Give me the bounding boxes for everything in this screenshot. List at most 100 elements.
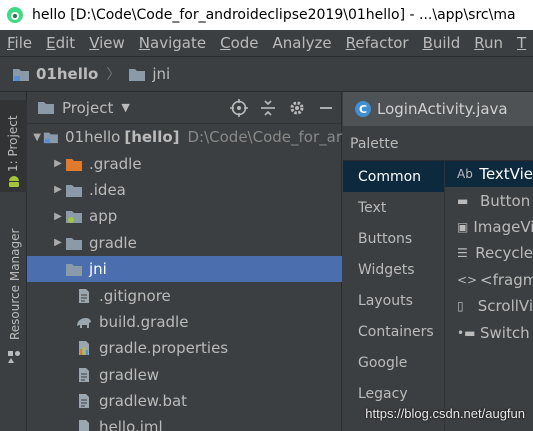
tree-item-label: build.gradle [99, 312, 189, 331]
minimize-icon[interactable] [318, 99, 334, 117]
menu-mnemonic: R [345, 34, 356, 52]
tree-item-label: .gradle [89, 154, 142, 173]
palette-item-label: ImageVi [473, 217, 533, 236]
menu-mnemonic: C [220, 34, 231, 52]
palette-items: Ab TextVie ▬ Button ▣ ImageVi ☰ Recycle … [444, 161, 533, 431]
tree-item-gradle-properties[interactable]: gradle.properties [27, 335, 342, 361]
editor-tab-bar: C LoginActivity.java [343, 92, 533, 126]
window-titlebar: hello [D:\Code\Code_for_androideclipse20… [0, 0, 533, 30]
module-folder-icon [44, 132, 59, 144]
gear-icon[interactable] [288, 99, 306, 117]
palette-category-layouts[interactable]: Layouts [343, 285, 444, 316]
menu-run[interactable]: Run [467, 34, 510, 52]
palette-item-scrollview[interactable]: ▯ ScrollVi [445, 293, 533, 319]
menu-label: ode [230, 34, 259, 52]
button-icon: ▬ [457, 193, 469, 208]
breadcrumb: 01hello 〉 jni [0, 56, 533, 92]
left-tool-strip: 1: Project Resource Manager [0, 92, 27, 431]
tree-item-gradlew-bat[interactable]: gradlew.bat [27, 388, 342, 414]
locate-target-icon[interactable] [230, 99, 248, 117]
palette-item-label: TextVie [479, 165, 533, 184]
text-file-icon [79, 288, 89, 303]
menu-file[interactable]: File [0, 34, 39, 52]
menu-label: iew [99, 34, 125, 52]
tree-item-label: .idea [89, 180, 126, 199]
editor-area: C LoginActivity.java Palette Common Text… [343, 92, 533, 431]
palette-item-button[interactable]: ▬ Button [445, 187, 533, 213]
menu-label: uild [432, 34, 461, 52]
menu-navigate[interactable]: Navigate [132, 34, 213, 52]
tree-item-gradle-cache[interactable]: ▶ .gradle [27, 150, 342, 176]
text-file-icon [79, 394, 89, 409]
collapse-all-icon[interactable] [260, 99, 276, 117]
palette-category-common[interactable]: Common [343, 161, 444, 193]
palette-category-widgets[interactable]: Widgets [343, 254, 444, 285]
folder-icon [38, 102, 54, 114]
breadcrumb-project[interactable]: 01hello [36, 65, 98, 83]
menu-t[interactable]: T [510, 34, 533, 52]
collapsed-arrow-icon[interactable]: ▶ [51, 237, 65, 248]
palette-item-label: Recycle [475, 244, 533, 263]
palette-item-fragment[interactable]: <> <fragm [445, 267, 533, 293]
collapsed-arrow-icon[interactable]: ▶ [51, 211, 65, 222]
palette-category-containers[interactable]: Containers [343, 316, 444, 347]
project-panel-title: Project [62, 98, 114, 117]
menu-label: ile [14, 34, 33, 52]
menu-code[interactable]: Code [213, 34, 265, 52]
palette-category-text[interactable]: Text [343, 192, 444, 223]
menu-view[interactable]: View [82, 34, 132, 52]
menu-refactor[interactable]: Refactor [339, 34, 416, 52]
menu-mnemonic: V [89, 34, 100, 52]
module-name: [hello] [124, 128, 180, 147]
palette-categories: Common Text Buttons Widgets Layouts Cont… [343, 161, 444, 431]
menu-build[interactable]: Build [416, 34, 468, 52]
palette-item-recyclerview[interactable]: ☰ Recycle [445, 240, 533, 266]
folder-icon [66, 264, 82, 277]
menu-mnemonic: R [474, 34, 484, 52]
list-icon: ☰ [457, 246, 468, 261]
project-panel-header: Project ▼ [27, 92, 342, 124]
tree-item-hello-iml[interactable]: hello.iml [27, 414, 342, 431]
menu-label: dit [55, 34, 76, 52]
chevron-down-icon: ▼ [121, 101, 130, 114]
tree-item-build-gradle[interactable]: build.gradle [27, 309, 342, 335]
collapsed-arrow-icon[interactable]: ▶ [51, 158, 65, 169]
folder-icon [66, 237, 82, 250]
palette-item-label: Button [480, 191, 531, 210]
menu-label: un [483, 34, 503, 52]
tab-label: LoginActivity.java [377, 100, 508, 118]
tree-item-label: gradle.properties [99, 339, 229, 358]
tree-item-gradlew[interactable]: gradlew [27, 362, 342, 388]
tree-item-app[interactable]: ▶ app [27, 203, 342, 229]
android-studio-icon [7, 7, 23, 23]
tree-item-idea[interactable]: ▶ .idea [27, 177, 342, 203]
tree-item-label: gradle [89, 233, 137, 252]
tree-item-label: hello.iml [99, 418, 163, 431]
properties-file-icon [79, 341, 89, 356]
tree-item-jni[interactable]: jni [27, 255, 342, 283]
palette-item-imageview[interactable]: ▣ ImageVi [445, 214, 533, 240]
menu-analyze[interactable]: Analyze [266, 34, 339, 52]
menu-edit[interactable]: Edit [39, 34, 82, 52]
collapsed-arrow-icon[interactable]: ▶ [51, 184, 65, 195]
tree-item-label: 01hello [65, 128, 121, 147]
tree-item-root[interactable]: ▼ 01hello [hello] D:\Code\Code_for_ar [27, 124, 342, 150]
image-icon: ▣ [457, 219, 469, 234]
menu-mnemonic: E [46, 34, 56, 52]
menu-label: Analyze [272, 34, 332, 52]
window-title: hello [D:\Code\Code_for_androideclipse20… [32, 7, 516, 23]
project-view-selector[interactable]: Project ▼ [37, 99, 130, 117]
expanded-arrow-icon[interactable]: ▼ [31, 132, 43, 143]
palette-item-textview[interactable]: Ab TextVie [445, 161, 533, 188]
gradle-elephant-icon [77, 317, 91, 328]
tab-login-activity[interactable]: C LoginActivity.java [343, 92, 533, 126]
tree-item-gitignore[interactable]: .gitignore [27, 282, 342, 308]
textview-icon: Ab [457, 167, 473, 182]
breadcrumb-folder[interactable]: jni [152, 65, 170, 83]
palette-item-switch[interactable]: •▬ Switch [445, 319, 533, 345]
code-brackets-icon: <> [457, 272, 478, 287]
project-panel: Project ▼ ▼ 01hello [hello] D:\Code\Code… [27, 92, 342, 431]
tree-item-gradle[interactable]: ▶ gradle [27, 230, 342, 256]
palette-category-google[interactable]: Google [343, 348, 444, 379]
palette-category-buttons[interactable]: Buttons [343, 223, 444, 254]
